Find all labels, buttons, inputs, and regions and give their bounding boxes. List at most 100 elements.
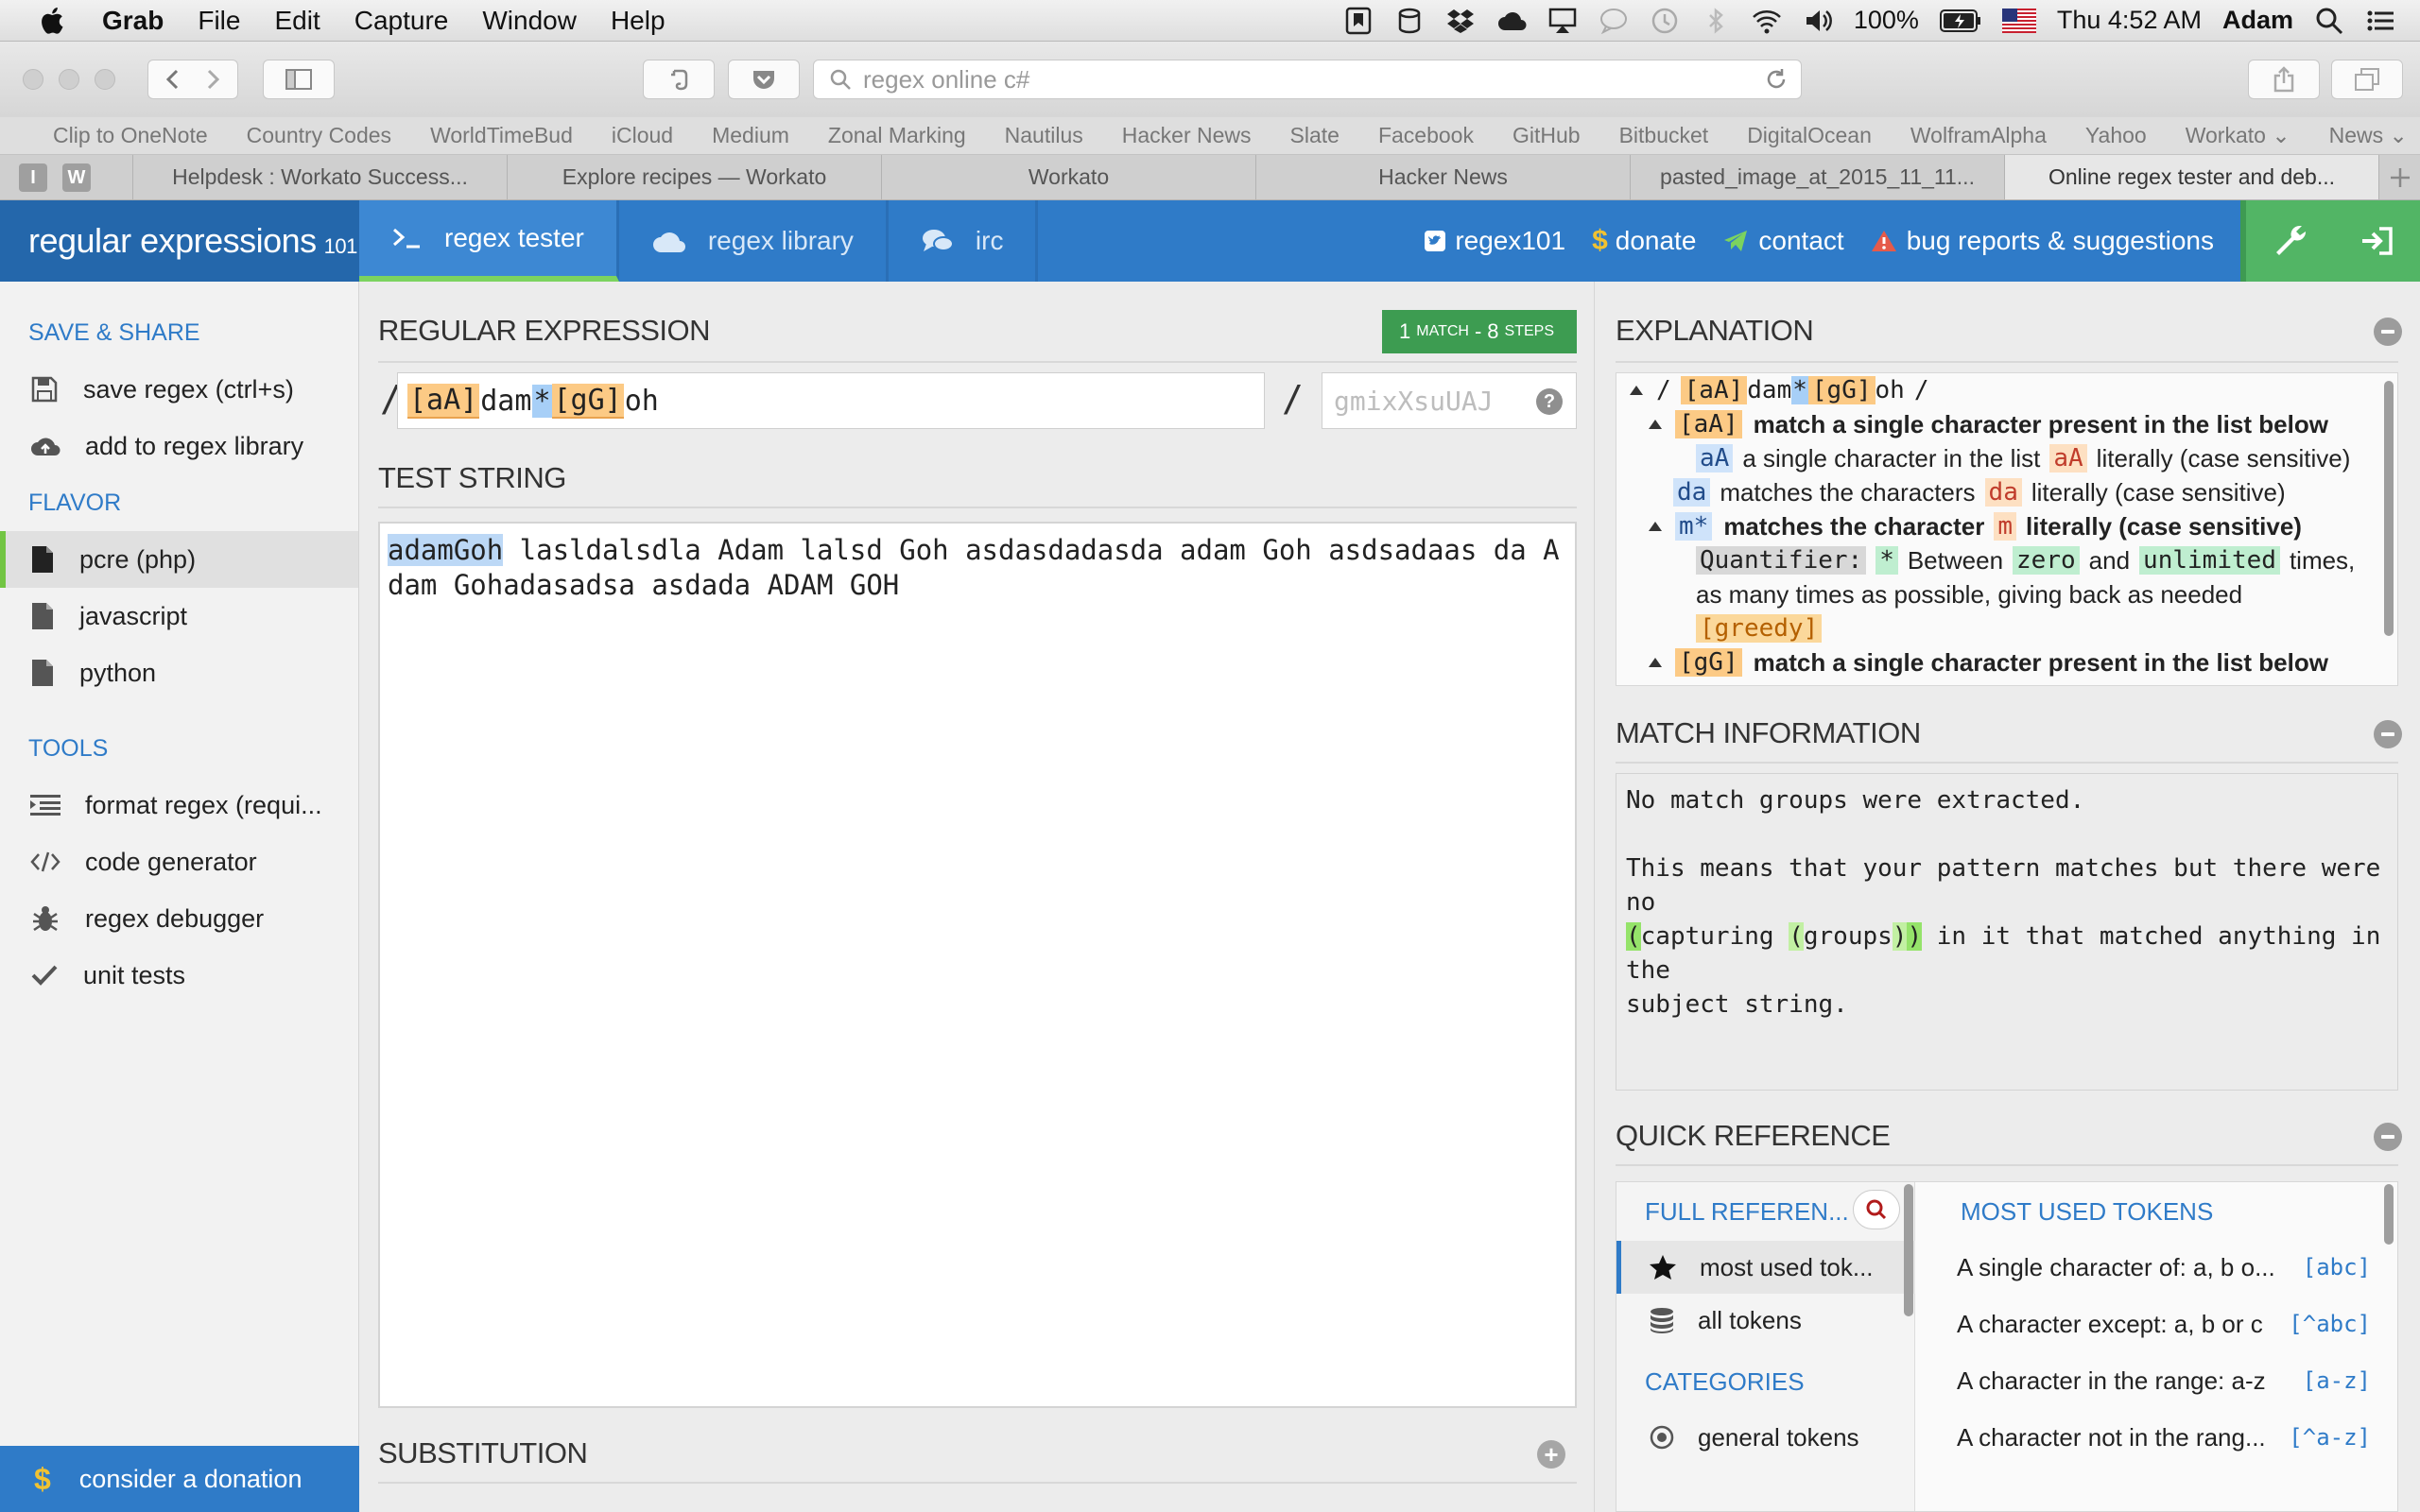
tab-irc-nav[interactable]: irc — [889, 200, 1039, 282]
bookmark-worldtimebud[interactable]: WorldTimeBud — [430, 123, 573, 148]
bug-reports-link[interactable]: bug reports & suggestions — [1871, 226, 2214, 256]
notification-center-icon[interactable] — [2365, 6, 2395, 36]
us-flag-icon[interactable] — [2001, 8, 2036, 33]
bookmark-wolframalpha[interactable]: WolframAlpha — [1910, 123, 2047, 148]
address-bar[interactable]: regex online c# — [813, 60, 1802, 99]
window-zoom-button[interactable] — [95, 69, 115, 90]
contact-link[interactable]: contact — [1722, 226, 1844, 256]
flavor-javascript[interactable]: javascript — [0, 588, 358, 644]
bookmark-facebook[interactable]: Facebook — [1378, 123, 1474, 148]
volume-icon[interactable] — [1803, 6, 1833, 36]
expand-substitution-icon[interactable]: + — [1537, 1440, 1565, 1469]
donate-link[interactable]: $ donate — [1592, 225, 1696, 257]
explanation-scrollbar[interactable] — [2384, 381, 2394, 636]
consider-donation-button[interactable]: $ consider a donation — [0, 1446, 359, 1512]
bookmark-clip-to-onenote[interactable]: Clip to OneNote — [53, 123, 208, 148]
bookmark-status-icon[interactable] — [1343, 6, 1374, 36]
quick-reference-search-button[interactable] — [1853, 1190, 1900, 1229]
tool-format-regex[interactable]: format regex (requi... — [0, 777, 358, 833]
new-tab-button[interactable] — [2378, 155, 2420, 199]
tab-workato[interactable]: Workato — [881, 155, 1255, 199]
test-string-editor[interactable]: adamGoh lasldalsdla Adam lalsd Goh asdas… — [378, 522, 1577, 1408]
bookmark-hacker-news[interactable]: Hacker News — [1122, 123, 1252, 148]
regex-input[interactable]: [aA] dam * [gG] oh — [397, 372, 1265, 429]
menubar-user[interactable]: Adam — [2222, 6, 2293, 35]
bookmark-yahoo[interactable]: Yahoo — [2085, 123, 2147, 148]
tab-regex-tester-nav[interactable]: regex tester — [359, 200, 619, 282]
collapse-triangle-icon[interactable] — [1649, 522, 1662, 531]
menu-help[interactable]: Help — [611, 6, 666, 36]
evernote-extension-button[interactable] — [643, 60, 715, 99]
flavor-pcre-php[interactable]: pcre (php) — [0, 531, 358, 588]
full-reference-link[interactable]: FULL REFEREN... — [1645, 1197, 1849, 1227]
dropbox-icon[interactable] — [1445, 6, 1476, 36]
spotlight-search-icon[interactable] — [2314, 6, 2344, 36]
tab-hacker-news[interactable]: Hacker News — [1255, 155, 1630, 199]
bookmark-nautilus[interactable]: Nautilus — [1005, 123, 1083, 148]
regex-flags-input[interactable]: gmixXsuUAJ ? — [1322, 372, 1577, 429]
bookmark-folder-workato[interactable]: Workato ⌄ — [2186, 123, 2290, 148]
general-tokens-nav[interactable]: general tokens — [1616, 1411, 1915, 1464]
add-to-library-item[interactable]: add to regex library — [0, 418, 358, 474]
tab-regex-library-nav[interactable]: regex library — [619, 200, 889, 282]
window-minimize-button[interactable] — [59, 69, 79, 90]
menu-window[interactable]: Window — [482, 6, 577, 36]
twitter-regex101-link[interactable]: regex101 — [1425, 226, 1565, 256]
tokens-scrollbar[interactable] — [2384, 1184, 2394, 1245]
collapse-triangle-icon[interactable] — [1630, 386, 1643, 395]
collapse-triangle-icon[interactable] — [1649, 420, 1662, 429]
apple-icon[interactable] — [36, 4, 70, 38]
bluetooth-icon[interactable] — [1701, 6, 1731, 36]
tab-regex-tester[interactable]: Online regex tester and deb... — [2004, 155, 2378, 199]
explanation-row-m[interactable]: m* matches the character m literally (ca… — [1649, 509, 2302, 543]
wifi-icon[interactable] — [1752, 6, 1782, 36]
tool-code-generator[interactable]: code generator — [0, 833, 358, 890]
bookmark-icloud[interactable]: iCloud — [612, 123, 673, 148]
cloud-status-icon[interactable] — [1496, 6, 1527, 36]
regex101-logo[interactable]: regular expressions 101 — [0, 200, 359, 282]
menu-app-grab[interactable]: Grab — [102, 6, 164, 36]
collapse-quick-reference-icon[interactable] — [2374, 1123, 2402, 1151]
window-close-button[interactable] — [23, 69, 43, 90]
bookmark-github[interactable]: GitHub — [1512, 123, 1581, 148]
collapse-triangle-icon[interactable] — [1649, 658, 1662, 667]
forward-arrow-icon[interactable] — [203, 68, 222, 91]
sign-in-icon[interactable] — [2360, 225, 2394, 257]
time-machine-icon[interactable] — [1650, 6, 1680, 36]
menubar-clock[interactable]: Thu 4:52 AM — [2057, 6, 2202, 35]
flavor-python[interactable]: python — [0, 644, 358, 701]
token-row[interactable]: A character in the range: a-z [a-z] — [1957, 1358, 2390, 1403]
menu-edit[interactable]: Edit — [274, 6, 320, 36]
share-button[interactable] — [2248, 60, 2320, 99]
flags-help-icon[interactable]: ? — [1536, 388, 1563, 415]
collapse-match-info-icon[interactable] — [2374, 720, 2402, 748]
bookmark-slate[interactable]: Slate — [1290, 123, 1340, 148]
most-used-tokens-nav[interactable]: most used tok... — [1616, 1241, 1915, 1294]
explanation-row-root[interactable]: / [aA] dam * [gG] oh / — [1630, 373, 1929, 407]
token-row[interactable]: A character except: a, b or c [^abc] — [1957, 1301, 2390, 1347]
bookmark-zonal-marking[interactable]: Zonal Marking — [828, 123, 966, 148]
pocket-extension-button[interactable] — [728, 60, 800, 99]
tab-helpdesk[interactable]: Helpdesk : Workato Success... — [132, 155, 507, 199]
nav-scrollbar[interactable] — [1904, 1184, 1913, 1316]
tab-pasted-image[interactable]: pasted_image_at_2015_11_11... — [1630, 155, 2004, 199]
back-arrow-icon[interactable] — [164, 68, 182, 91]
bookmark-country-codes[interactable]: Country Codes — [247, 123, 391, 148]
all-tokens-nav[interactable]: all tokens — [1616, 1294, 1915, 1347]
token-row[interactable]: A single character of: a, b o... [abc] — [1957, 1245, 2390, 1290]
token-row[interactable]: A character not in the rang... [^a-z] — [1957, 1415, 2390, 1460]
airplay-icon[interactable] — [1547, 6, 1578, 36]
tool-unit-tests[interactable]: unit tests — [0, 947, 358, 1004]
explanation-row-gG[interactable]: [gG] match a single character present in… — [1649, 645, 2328, 679]
menu-file[interactable]: File — [198, 6, 240, 36]
back-forward-buttons[interactable] — [147, 60, 238, 99]
pinned-tab-i[interactable]: I — [19, 163, 47, 192]
explanation-row-aA[interactable]: [aA] match a single character present in… — [1649, 407, 2328, 441]
battery-icon[interactable] — [1939, 9, 1981, 33]
database-status-icon[interactable] — [1394, 6, 1425, 36]
bookmark-medium[interactable]: Medium — [712, 123, 789, 148]
menu-capture[interactable]: Capture — [354, 6, 449, 36]
address-bar-text[interactable]: regex online c# — [863, 65, 1029, 94]
sidebar-toggle-button[interactable] — [263, 60, 335, 99]
collapse-explanation-icon[interactable] — [2374, 318, 2402, 346]
